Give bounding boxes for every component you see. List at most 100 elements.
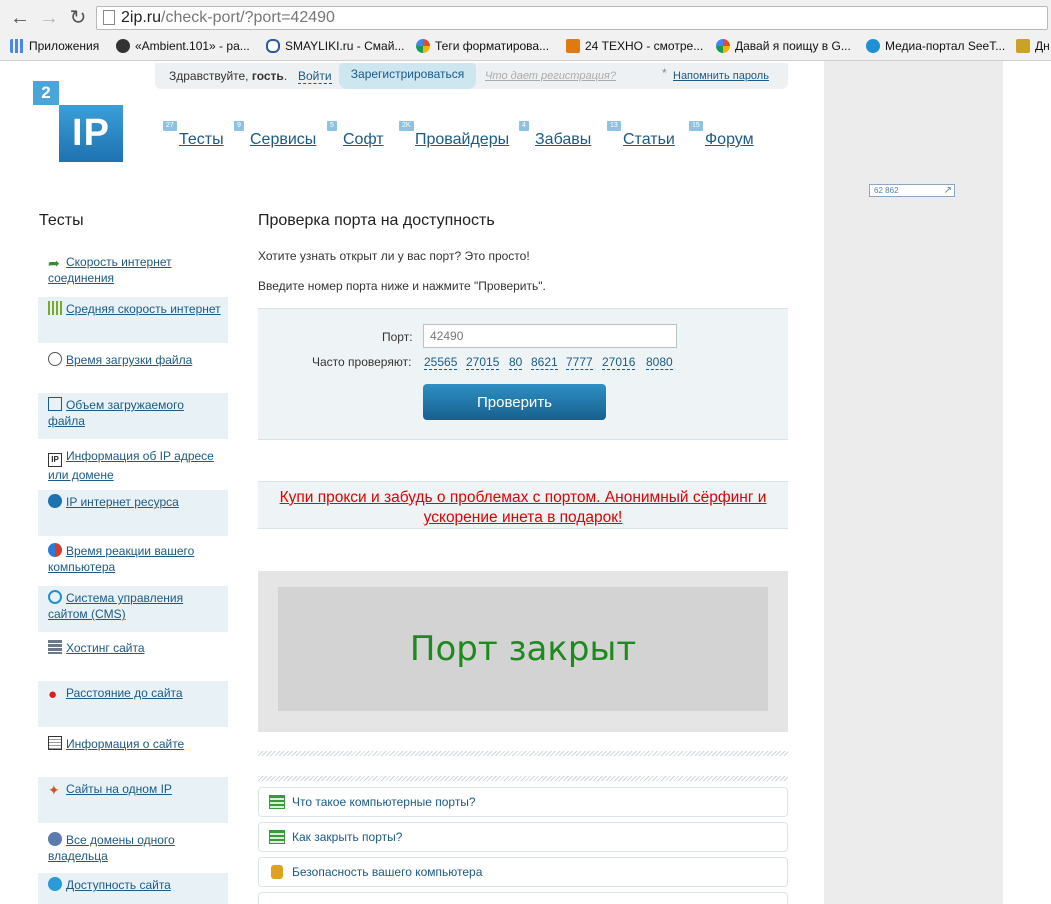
sidebar-item-label[interactable]: Хостинг сайта	[66, 641, 145, 655]
sidebar-item-cms[interactable]: Система управления сайтом (CMS)	[38, 586, 228, 632]
sidebar-item-site-info[interactable]: Информация о сайте	[38, 732, 228, 778]
sidebar-item-ip-resource[interactable]: IP интернет ресурса	[38, 490, 228, 536]
sidebar-item-all-domains[interactable]: Все домены одного владельца	[38, 828, 228, 874]
speed-bars-icon	[48, 301, 62, 315]
port-input[interactable]	[423, 324, 677, 348]
file-size-icon	[48, 397, 62, 411]
promo-banner: Купи прокси и забудь о проблемах с порто…	[258, 481, 788, 529]
sidebar-item-label[interactable]: Доступность сайта	[66, 878, 171, 892]
right-margin	[1003, 61, 1051, 904]
sidebar-item-hosting[interactable]: Хостинг сайта	[38, 636, 228, 682]
remind-password-link[interactable]: Напомнить пароль	[673, 70, 769, 82]
common-port-link[interactable]: 8080	[646, 355, 673, 370]
common-ports-label: Часто проверяют:	[312, 355, 412, 369]
sidebar-item-label[interactable]: Время загрузки файла	[66, 353, 192, 367]
speed-arrow-icon: ➦	[48, 255, 60, 271]
common-port-link[interactable]: 7777	[566, 355, 593, 370]
sidebar-item-label[interactable]: Система управления сайтом (CMS)	[48, 591, 183, 621]
sidebar-item-ip-info[interactable]: IP Информация об IP адресе или домене	[38, 444, 228, 490]
faq-label[interactable]: Как закрыть порты?	[292, 830, 402, 844]
intro-text: Хотите узнать открыт ли у вас порт? Это …	[258, 249, 530, 263]
bookmark-ambient[interactable]: «Ambient.101» - ра...	[116, 37, 250, 55]
sidebar-item-label[interactable]: Расстояние до сайта	[66, 686, 183, 700]
network-icon: ✦	[48, 782, 60, 798]
sidebar-item-label[interactable]: Средняя скорость интернет	[66, 302, 221, 316]
sidebar-item-label[interactable]: Информация об IP адресе или домене	[48, 449, 214, 482]
forward-arrow-icon[interactable]: →	[37, 6, 61, 30]
result-box: Порт закрыт	[278, 587, 768, 711]
faq-item[interactable]: Безопасность вашего компьютера	[258, 857, 788, 887]
address-bar[interactable]: 2ip.ru/check-port/?port=42490	[96, 6, 1048, 30]
page-icon	[103, 10, 115, 25]
faq-item[interactable]: Как закрыть порты?	[258, 822, 788, 852]
bookmark-tags[interactable]: Теги форматирова...	[416, 37, 549, 55]
sidebar-item-file-size[interactable]: Объем загружаемого файла	[38, 393, 228, 439]
port-check-form: Порт: Часто проверяют: 25565 27015 80 86…	[258, 308, 788, 440]
register-button[interactable]: Зарегистрироваться	[339, 63, 476, 89]
sidebar-item-same-ip[interactable]: ✦ Сайты на одном IP	[38, 777, 228, 823]
back-arrow-icon[interactable]: ←	[8, 6, 32, 30]
promo-link[interactable]: Купи прокси и забудь о проблемах с порто…	[258, 482, 788, 528]
common-port-link[interactable]: 80	[509, 355, 523, 370]
bookmark-24techno[interactable]: 24 ТЕХНО - смотре...	[566, 37, 703, 55]
seet-icon	[866, 39, 880, 53]
common-port-link[interactable]: 27016	[602, 355, 636, 370]
common-port-link[interactable]: 8621	[531, 355, 558, 370]
nav-label[interactable]: Сервисы	[250, 131, 316, 149]
bookmark-folder[interactable]: Дн	[1016, 37, 1050, 55]
reaction-icon	[48, 543, 62, 557]
tv-icon	[566, 39, 580, 53]
common-port-link[interactable]: 27015	[466, 355, 500, 370]
faq-label[interactable]: Безопасность вашего компьютера	[292, 865, 482, 879]
sidebar-item-label[interactable]: Сайты на одном IP	[66, 782, 172, 796]
bookmark-label: «Ambient.101» - ра...	[135, 39, 250, 53]
logo-ip[interactable]: IP	[59, 105, 123, 162]
check-button[interactable]: Проверить	[423, 384, 606, 420]
sidebar-item-label[interactable]: Время реакции вашего компьютера	[48, 544, 194, 574]
nav-label[interactable]: Забавы	[535, 131, 591, 149]
faq-label[interactable]: Что такое компьютерные порты?	[292, 795, 476, 809]
reload-icon[interactable]: ↻	[66, 6, 90, 30]
sidebar-item-label[interactable]: Все домены одного владельца	[48, 833, 175, 863]
why-register-link[interactable]: Что дает регистрация?	[485, 70, 616, 82]
nav-label[interactable]: Провайдеры	[415, 131, 509, 149]
user-bar: Здравствуйте, гость. Войти Зарегистриров…	[155, 63, 788, 89]
bookmark-lmgtfy[interactable]: Давай я поищу в G...	[716, 37, 851, 55]
bookmark-smayliki[interactable]: SMAYLIKI.ru - Смай...	[266, 37, 404, 55]
sidebar-item-reaction-time[interactable]: Время реакции вашего компьютера	[38, 539, 228, 585]
sidebar-item-availability[interactable]: Доступность сайта	[38, 873, 228, 904]
visitor-counter[interactable]: 62 862 ↗	[869, 184, 955, 197]
document-icon	[48, 736, 62, 750]
server-icon	[48, 640, 62, 654]
address-url[interactable]: 2ip.ru/check-port/?port=42490	[121, 9, 335, 27]
nav-label[interactable]: Форум	[705, 131, 754, 149]
doc-green-icon	[269, 830, 285, 844]
nav-count-badge: 27	[163, 121, 177, 131]
divider	[258, 751, 788, 756]
login-link[interactable]: Войти	[298, 69, 332, 84]
nav-count-badge: 2K	[399, 121, 414, 131]
nav-label[interactable]: Статьи	[623, 131, 675, 149]
bookmark-apps[interactable]: Приложения	[10, 37, 99, 55]
clock-icon	[48, 352, 62, 366]
sidebar-item-label[interactable]: Объем загружаемого файла	[48, 398, 184, 428]
common-port-link[interactable]: 25565	[424, 355, 458, 370]
cms-gear-icon	[48, 590, 62, 604]
sidebar-item-label[interactable]: IP интернет ресурса	[66, 495, 179, 509]
logo-digit[interactable]: 2	[33, 81, 59, 105]
map-pin-icon: ●	[48, 686, 58, 703]
faq-item[interactable]	[258, 892, 788, 904]
bookmark-label: Приложения	[29, 39, 100, 53]
sidebar-item-label[interactable]: Информация о сайте	[66, 737, 184, 751]
sidebar-item-download-time[interactable]: Время загрузки файла	[38, 348, 228, 394]
sidebar-item-distance[interactable]: ● Расстояние до сайта	[38, 681, 228, 727]
bookmark-label: Медиа-портал SeeT...	[885, 39, 1006, 53]
sidebar-item-internet-speed[interactable]: ➦ Скорость интернет соединения	[38, 250, 228, 296]
bookmark-seet[interactable]: Медиа-портал SeeT...	[866, 37, 1005, 55]
nav-label[interactable]: Тесты	[179, 131, 224, 149]
sidebar-item-average-speed[interactable]: Средняя скорость интернет	[38, 297, 228, 343]
ip-info-icon: IP	[48, 453, 62, 467]
faq-item[interactable]: Что такое компьютерные порты?	[258, 787, 788, 817]
nav-label[interactable]: Софт	[343, 131, 384, 149]
sidebar-item-label[interactable]: Скорость интернет соединения	[48, 255, 172, 285]
